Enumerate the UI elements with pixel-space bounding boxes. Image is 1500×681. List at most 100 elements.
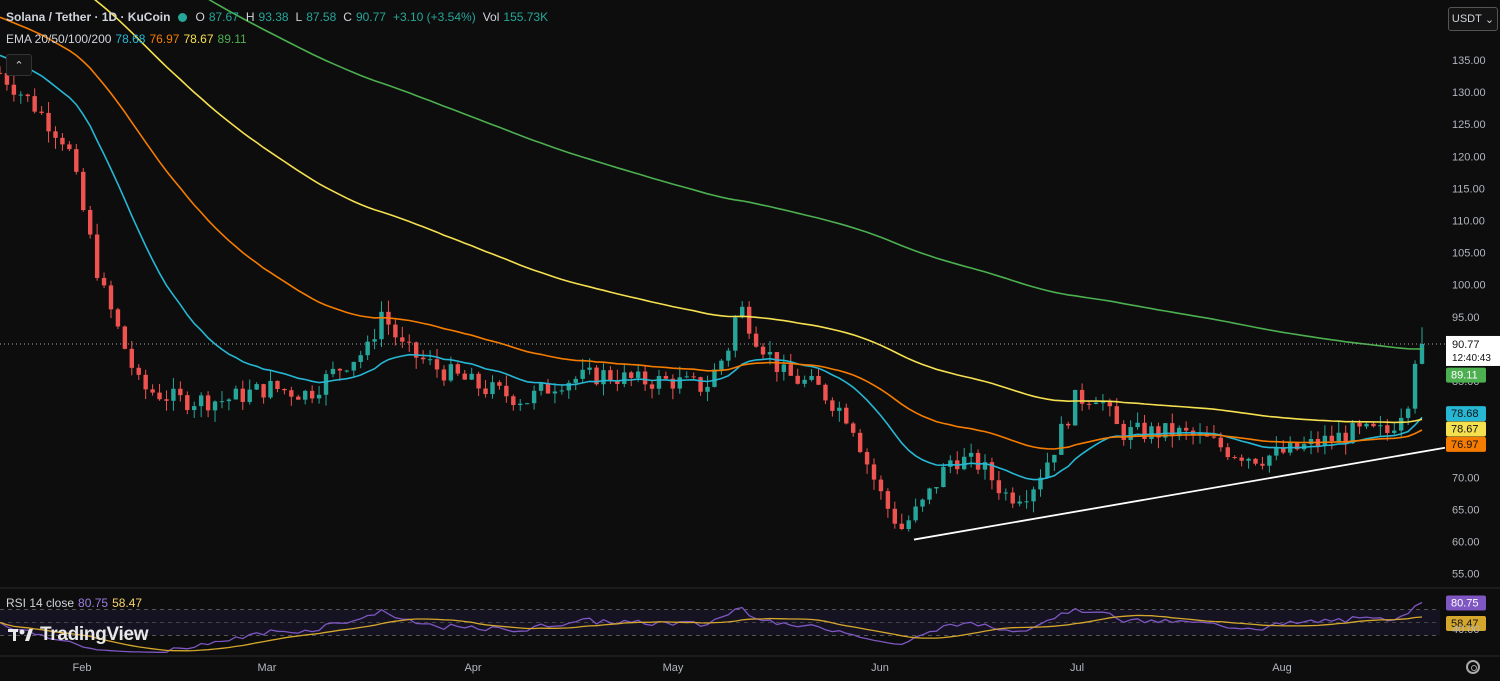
- ema200-badge-label: 89.11: [1451, 370, 1478, 382]
- candle-body: [629, 372, 634, 378]
- price-tick-label: 100.00: [1452, 280, 1486, 292]
- candle-body: [309, 390, 315, 399]
- candle-body: [476, 373, 481, 389]
- candle-body: [39, 111, 44, 113]
- candle-body: [1385, 425, 1390, 433]
- candle-body: [864, 452, 870, 465]
- candle-body: [795, 375, 800, 384]
- price-tick-label: 95.00: [1452, 312, 1480, 324]
- candle-body: [358, 355, 363, 362]
- candle-body: [961, 456, 967, 470]
- candle-body: [136, 367, 141, 375]
- volume-value: 155.73K: [503, 10, 549, 24]
- candle-body: [857, 432, 863, 453]
- time-label-feb: Feb: [73, 662, 92, 674]
- candle-body: [469, 373, 474, 380]
- candle-body: [511, 396, 516, 406]
- candle-body: [1128, 427, 1133, 440]
- candle-body: [996, 480, 1002, 494]
- candle-body: [601, 370, 606, 385]
- settings-gear-icon[interactable]: [1466, 660, 1480, 674]
- collapse-legend-button[interactable]: ⌃: [6, 54, 32, 76]
- candle-body: [837, 407, 842, 411]
- candle-body: [663, 376, 669, 379]
- candle-body: [212, 401, 218, 411]
- candle-body: [830, 400, 835, 411]
- candle-body: [767, 352, 773, 355]
- candle-body: [157, 392, 162, 400]
- candle-body: [434, 359, 440, 370]
- candle-body: [25, 94, 30, 97]
- candle-body: [400, 337, 405, 342]
- candle-body: [164, 399, 169, 401]
- ema100-line: [93, 0, 1423, 424]
- candle-body: [1024, 501, 1029, 503]
- candle-body: [427, 359, 433, 361]
- support-trendline[interactable]: [913, 446, 1446, 541]
- tradingview-logo[interactable]: TradingView: [8, 624, 149, 646]
- candle-body: [143, 374, 148, 390]
- close-label: C: [343, 10, 352, 24]
- candle-body: [1059, 423, 1064, 455]
- rsi-legend[interactable]: RSI 14 close 80.75 58.47: [6, 596, 142, 610]
- candle-body: [635, 371, 641, 378]
- candle-body: [760, 346, 766, 355]
- open-label: O: [195, 10, 205, 24]
- price-tick-label: 55.00: [1452, 569, 1480, 581]
- candle-body: [1419, 343, 1425, 364]
- candle-body: [94, 234, 100, 278]
- candle-body: [968, 452, 974, 457]
- candle-body: [781, 364, 787, 372]
- candle-body: [753, 333, 759, 347]
- candle-body: [254, 384, 259, 390]
- price-tick-label: 135.00: [1452, 55, 1486, 67]
- candle-body: [316, 394, 322, 399]
- candle-body: [1308, 438, 1314, 445]
- candle-body: [1086, 403, 1092, 405]
- candle-body: [899, 523, 904, 530]
- candle-body: [1378, 425, 1383, 427]
- ema100-badge-label: 78.67: [1451, 424, 1479, 436]
- symbol-title[interactable]: Solana / Tether · 1D · KuCoin: [6, 10, 170, 24]
- candle-body: [171, 388, 176, 401]
- candle-body: [497, 382, 502, 386]
- candle-body: [296, 396, 301, 400]
- candle-body: [87, 210, 93, 235]
- candle-body: [1357, 423, 1362, 427]
- candle-body: [1093, 402, 1099, 405]
- symbol-legend[interactable]: Solana / Tether · 1D · KuCoin O 87.67 H 93…: [6, 10, 551, 24]
- ema20-value: 78.68: [115, 32, 146, 46]
- ema-legend[interactable]: EMA 20/50/100/200 78.68 76.97 78.67 89.1…: [6, 32, 247, 46]
- candle-body: [622, 372, 627, 385]
- high-label: H: [245, 10, 255, 24]
- candle-body: [788, 364, 793, 376]
- time-label-jul: Jul: [1070, 662, 1084, 674]
- candle-body: [934, 487, 939, 489]
- price-chart[interactable]: 135.00 130.00 125.00 120.00 115.00 110.00 105.…: [0, 0, 1500, 681]
- candle-body: [178, 388, 183, 396]
- candle-body: [608, 370, 613, 381]
- candle-body: [60, 137, 65, 145]
- candle-body: [573, 378, 578, 383]
- currency-selector[interactable]: USDT ⌄: [1448, 7, 1498, 31]
- logo-text: TradingView: [40, 624, 149, 645]
- candle-body: [192, 406, 197, 411]
- candle-body: [1003, 492, 1009, 494]
- candle-body: [108, 285, 114, 310]
- ema20-badge-label: 78.68: [1451, 408, 1479, 420]
- candle-body: [552, 391, 558, 394]
- candle-body: [906, 520, 911, 530]
- candle-body: [365, 341, 370, 356]
- candle-body: [1392, 430, 1397, 433]
- candle-body: [580, 369, 585, 379]
- ema100-value: 78.67: [183, 32, 214, 46]
- candle-body: [920, 499, 925, 507]
- candle-body: [67, 144, 72, 150]
- candle-body: [11, 84, 17, 95]
- candle-body: [642, 371, 648, 385]
- candle-body: [656, 376, 662, 389]
- candle-body: [975, 452, 981, 470]
- candle-body: [1329, 435, 1335, 442]
- candle-body: [927, 488, 932, 500]
- candle-body: [53, 131, 58, 138]
